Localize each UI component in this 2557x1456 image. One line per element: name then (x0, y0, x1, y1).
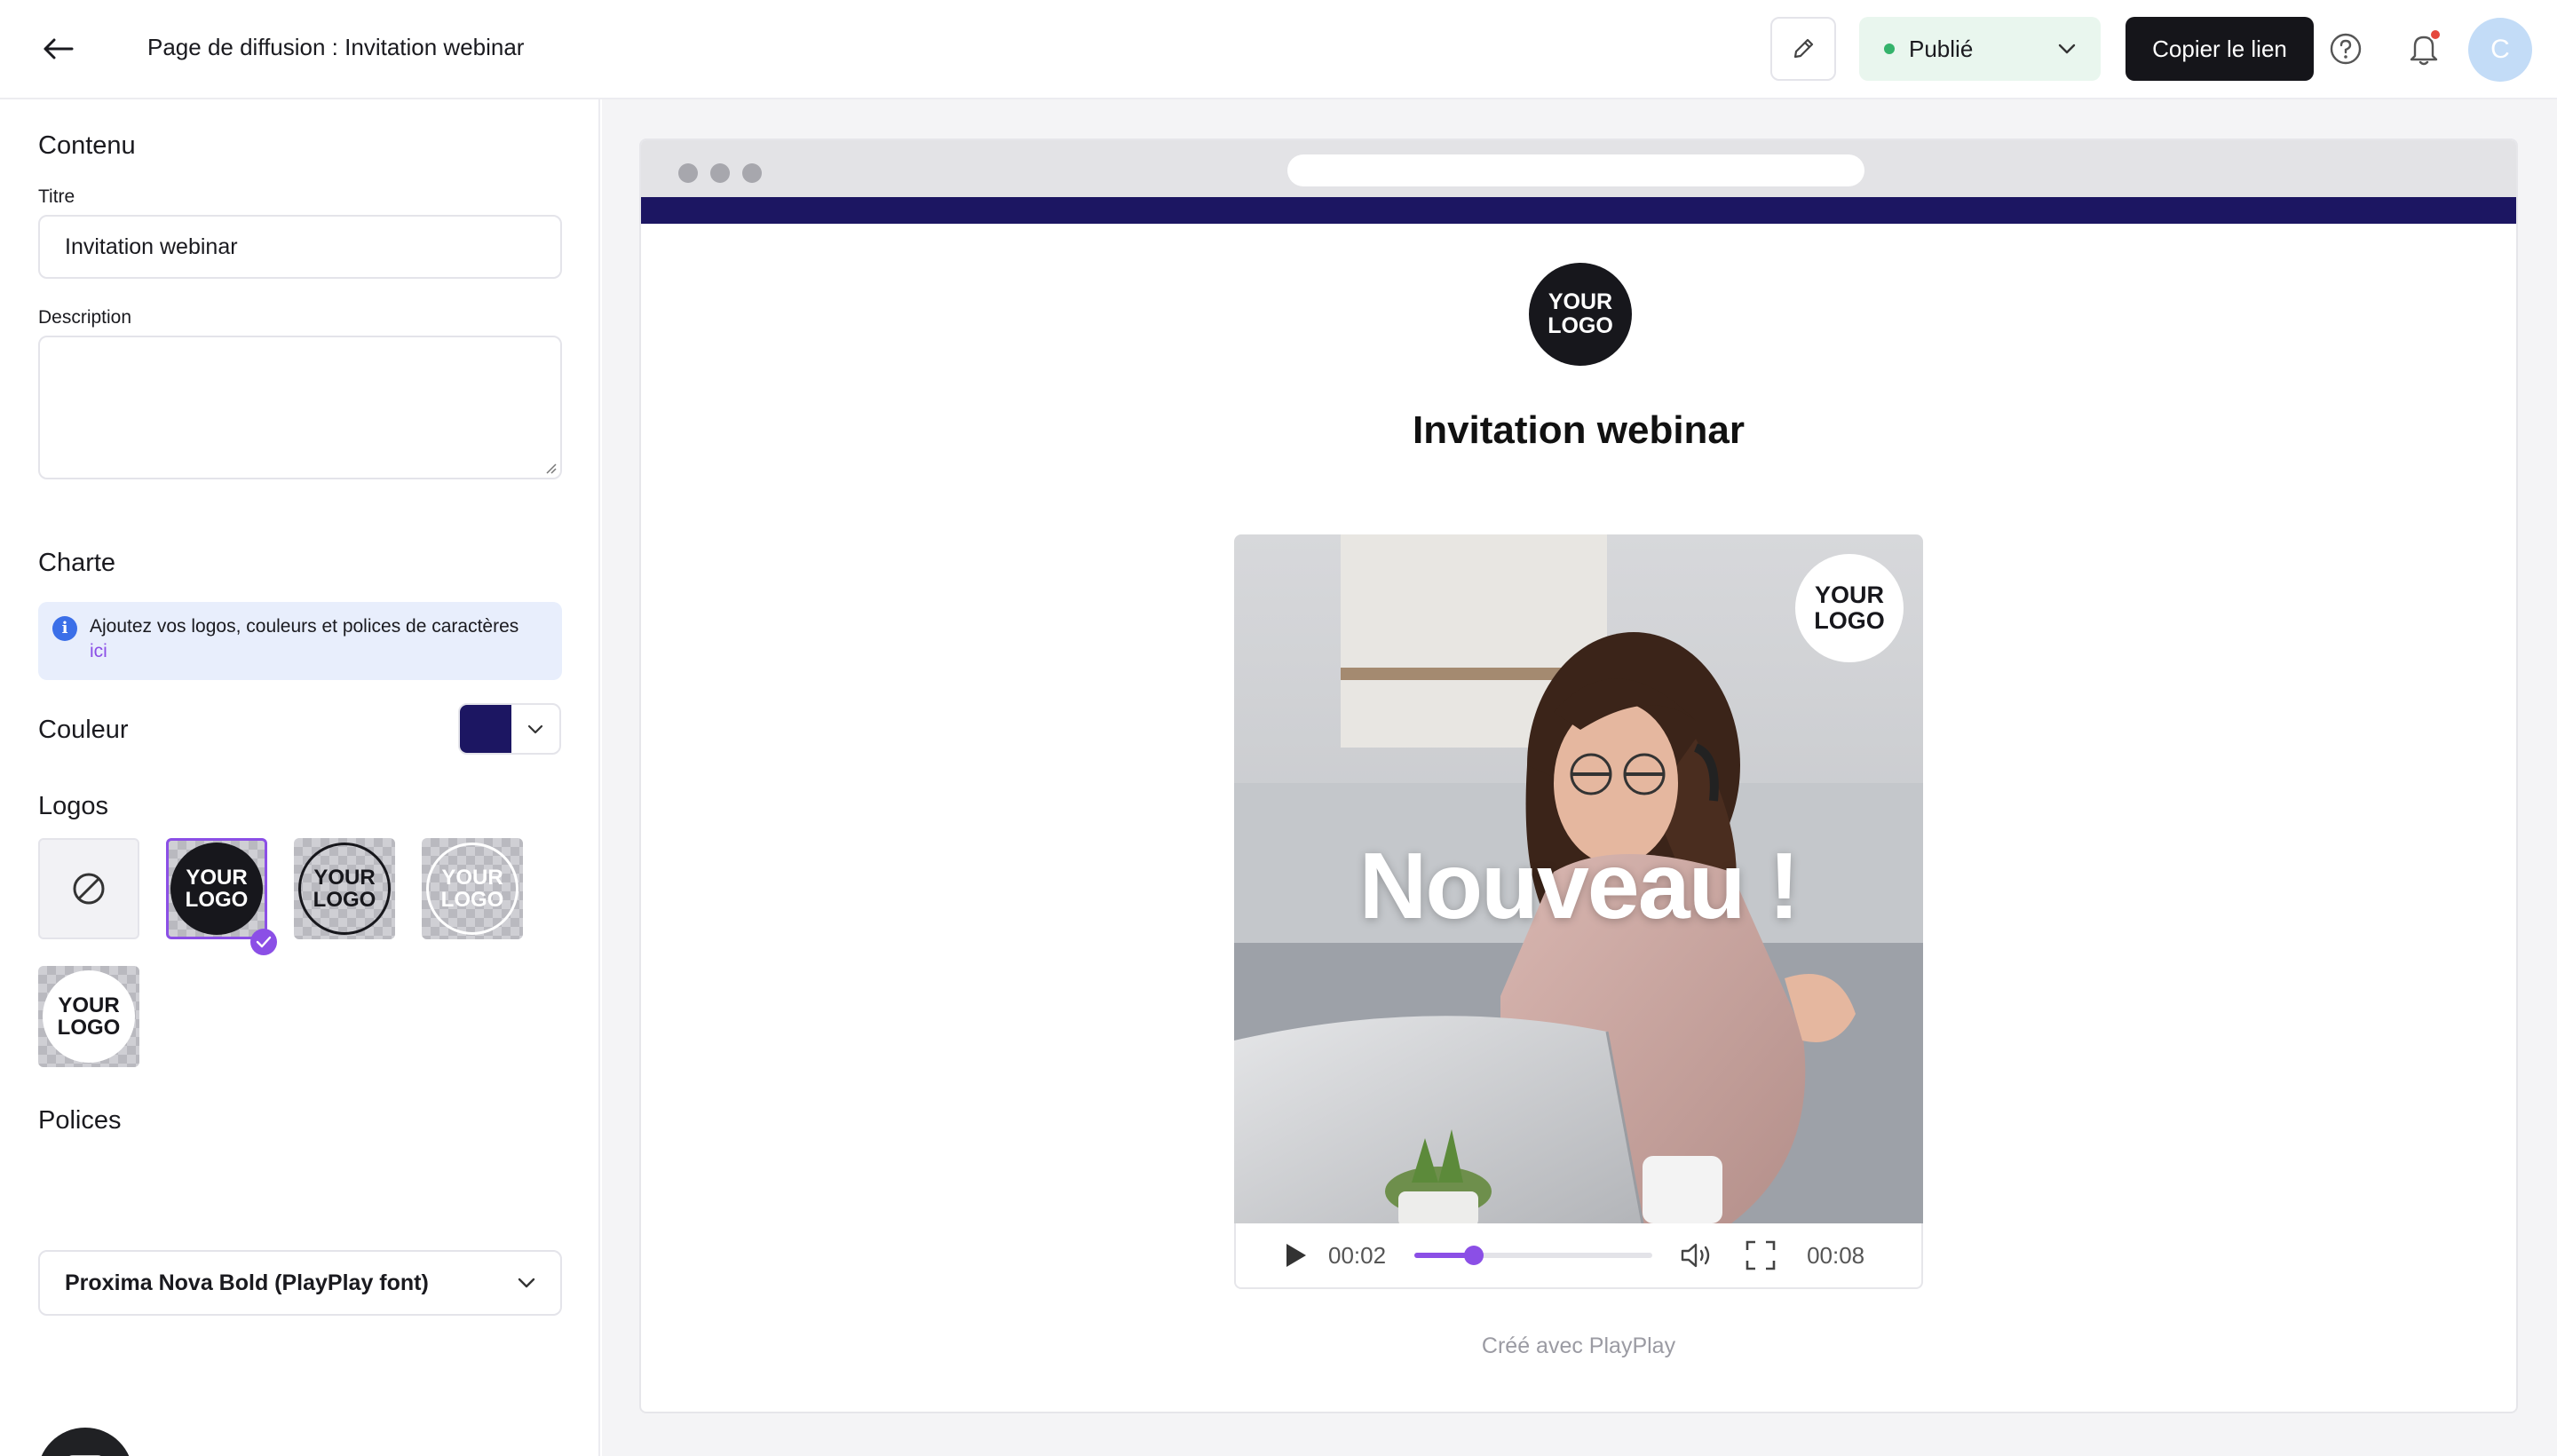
progress-bar[interactable] (1414, 1246, 1653, 1265)
logo-thumbnail: YOUR LOGO (298, 843, 391, 935)
color-swatch[interactable] (460, 705, 511, 753)
settings-sidebar: Contenu Titre Invitation webinar Descrip… (0, 99, 600, 1456)
info-text: Ajoutez vos logos, couleurs et polices d… (90, 616, 519, 637)
color-dropdown-toggle[interactable] (511, 705, 559, 753)
branding-info-box: i Ajoutez vos logos, couleurs et polices… (38, 602, 562, 680)
video-overlay-text: Nouveau ! (1358, 834, 1800, 938)
copy-link-button[interactable]: Copier le lien (2126, 17, 2314, 81)
chevron-down-icon (527, 724, 543, 733)
fullscreen-button[interactable] (1743, 1238, 1778, 1273)
branding-link[interactable]: ici (90, 639, 544, 664)
pencil-icon (1793, 38, 1814, 59)
logo-thumbnail: YOUR LOGO (426, 843, 519, 935)
status-dot (1884, 44, 1895, 54)
brand-color-band (641, 197, 2516, 224)
top-bar: Page de diffusion : Invitation webinar P… (0, 0, 2557, 99)
description-textarea[interactable] (38, 336, 562, 479)
resize-grip-icon[interactable] (542, 460, 557, 474)
font-dropdown[interactable]: Proxima Nova Bold (PlayPlay font) (38, 1250, 562, 1316)
window-dot (678, 163, 698, 183)
back-button[interactable] (36, 27, 80, 71)
notification-badge (2429, 28, 2442, 41)
video-player[interactable]: YOUR LOGO Nouveau ! (1234, 534, 1923, 1223)
title-label: Titre (38, 186, 75, 207)
content-heading: Contenu (38, 131, 136, 160)
description-label: Description (38, 307, 132, 328)
url-bar (1287, 154, 1864, 186)
status-label: Publié (1909, 35, 1974, 62)
logo-thumbnail: YOUR LOGO (43, 970, 135, 1063)
title-input[interactable]: Invitation webinar (38, 215, 562, 279)
logos-heading: Logos (38, 792, 109, 820)
play-icon (1286, 1244, 1306, 1267)
window-dot (742, 163, 762, 183)
edit-button[interactable] (1770, 17, 1836, 81)
help-icon[interactable] (2326, 29, 2365, 68)
volume-icon (1681, 1243, 1710, 1268)
browser-mockup: YOUR LOGO Invitation webinar YOUR LOGO N… (639, 138, 2518, 1413)
selected-check-icon (250, 929, 277, 955)
page-logo: YOUR LOGO (1529, 263, 1632, 366)
logo-option-white-outline[interactable]: YOUR LOGO (422, 838, 523, 939)
arrow-left-icon (44, 38, 74, 59)
fullscreen-icon (1746, 1240, 1776, 1270)
font-dropdown-value: Proxima Nova Bold (PlayPlay font) (65, 1270, 429, 1295)
color-picker[interactable] (458, 703, 561, 755)
video-watermark-logo: YOUR LOGO (1795, 554, 1904, 662)
logo-thumbnail: YOUR LOGO (170, 843, 263, 935)
no-logo-icon (73, 873, 105, 905)
logo-option-none[interactable] (38, 838, 139, 939)
browser-toolbar (641, 140, 2516, 197)
branding-heading: Charte (38, 549, 116, 577)
status-dropdown[interactable]: Publié (1859, 17, 2101, 81)
info-icon: i (52, 616, 77, 641)
window-dot (710, 163, 730, 183)
logo-option-black-filled[interactable]: YOUR LOGO (166, 838, 267, 939)
notifications-bell-icon[interactable] (2403, 27, 2445, 71)
duration: 00:08 (1807, 1241, 1865, 1269)
color-label: Couleur (38, 716, 129, 744)
progress-handle[interactable] (1464, 1246, 1484, 1265)
chevron-down-icon (518, 1278, 535, 1288)
user-avatar[interactable]: C (2468, 18, 2532, 82)
page-title: Page de diffusion : Invitation webinar (147, 34, 525, 60)
made-with-credit: Créé avec PlayPlay (1481, 1333, 1676, 1358)
chat-support-button[interactable] (37, 1428, 133, 1456)
logo-option-white-filled[interactable]: YOUR LOGO (38, 966, 139, 1067)
play-button[interactable] (1280, 1240, 1310, 1270)
volume-button[interactable] (1679, 1238, 1714, 1273)
page-heading: Invitation webinar (1412, 408, 1746, 452)
preview-pane: YOUR LOGO Invitation webinar YOUR LOGO N… (602, 99, 2557, 1456)
current-time: 00:02 (1328, 1241, 1387, 1269)
fonts-heading: Polices (38, 1106, 122, 1135)
chevron-down-icon (2058, 44, 2076, 54)
video-controls: 00:02 00:08 (1234, 1223, 1923, 1289)
logo-option-black-outline[interactable]: YOUR LOGO (294, 838, 395, 939)
